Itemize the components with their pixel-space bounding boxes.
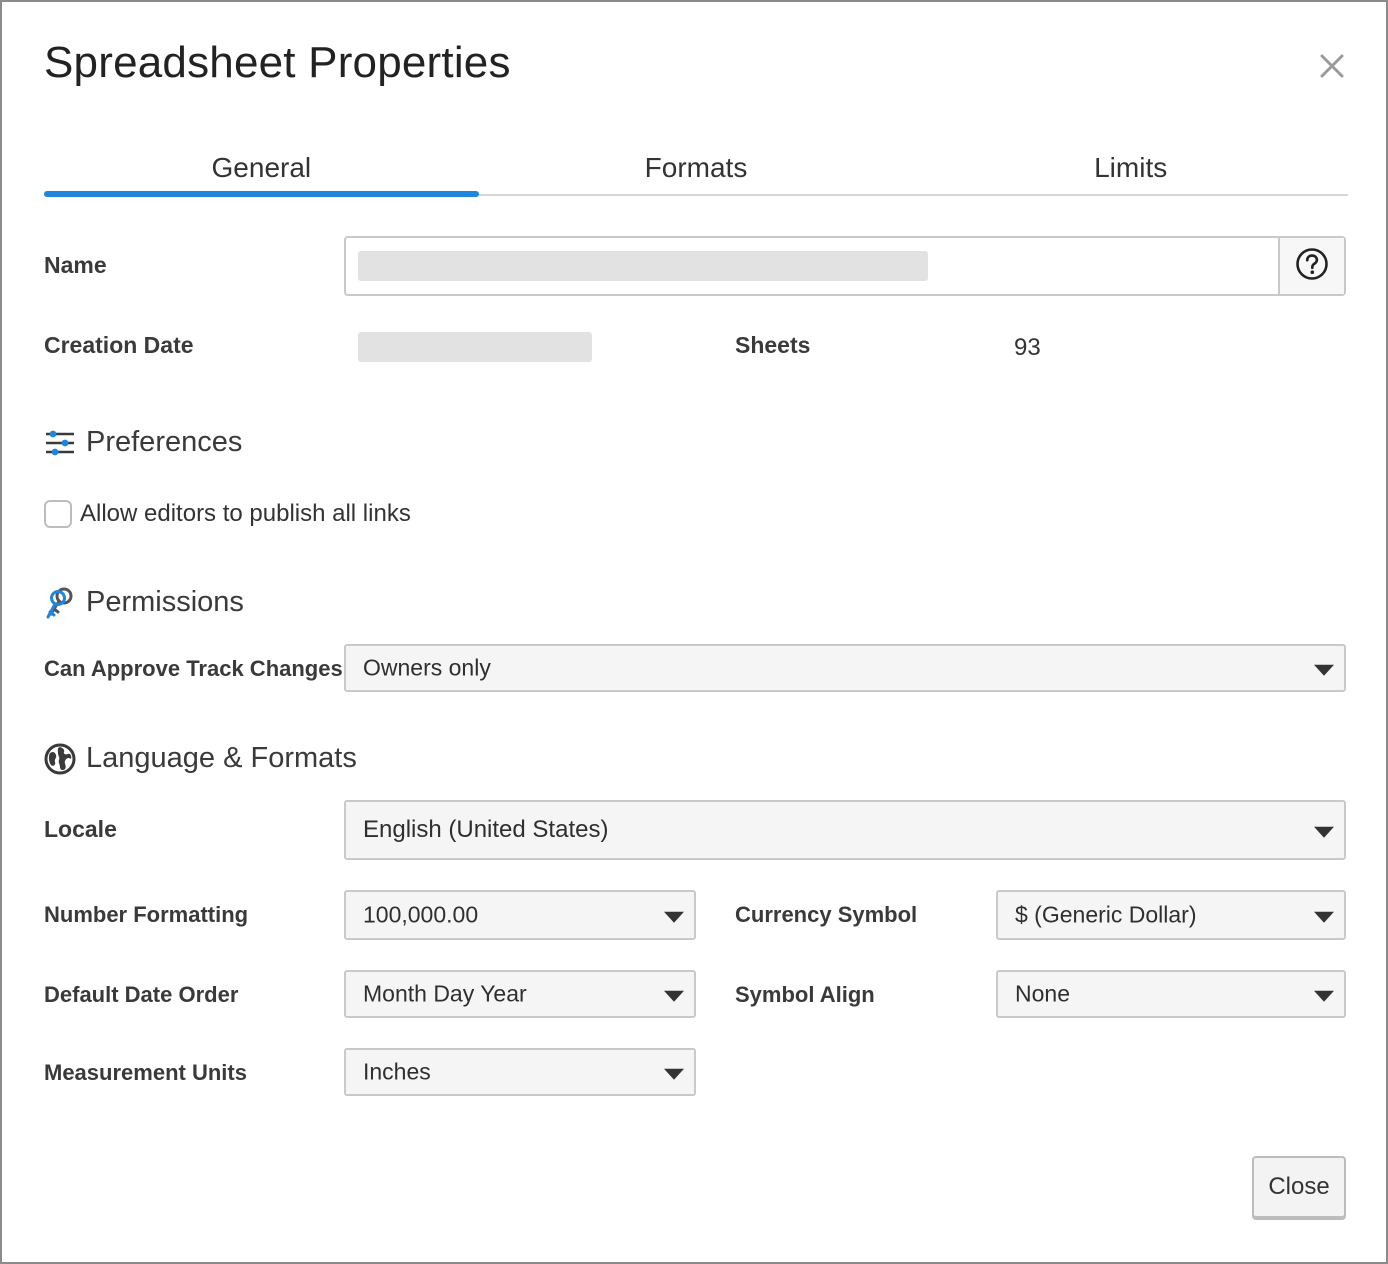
allow-publish-option[interactable]: Allow editors to publish all links	[44, 500, 411, 528]
measurement-units-select[interactable]: Inches	[344, 1048, 696, 1096]
chevron-down-icon	[664, 911, 684, 923]
name-value-redacted	[358, 251, 928, 281]
help-circle-icon	[1295, 247, 1329, 286]
measurement-units-label: Measurement Units	[44, 1060, 247, 1085]
locale-label: Locale	[44, 816, 117, 842]
approve-track-changes-value: Owners only	[363, 654, 491, 681]
locale-value: English (United States)	[363, 816, 609, 843]
dialog-title: Spreadsheet Properties	[44, 38, 511, 87]
globe-icon	[44, 743, 76, 775]
sheets-label: Sheets	[735, 332, 811, 358]
creation-date-label: Creation Date	[44, 332, 194, 358]
name-field[interactable]	[344, 236, 1346, 296]
default-date-order-select[interactable]: Month Day Year	[344, 970, 696, 1018]
number-formatting-label: Number Formatting	[44, 902, 249, 927]
sheets-value: 93	[1014, 334, 1041, 361]
number-formatting-select[interactable]: 100,000.00	[344, 890, 696, 940]
allow-publish-checkbox[interactable]	[44, 500, 72, 528]
approve-track-changes-select[interactable]: Owners only	[344, 644, 1346, 692]
symbol-align-value: None	[1015, 980, 1070, 1007]
chevron-down-icon	[1314, 826, 1334, 838]
currency-symbol-select[interactable]: $ (Generic Dollar)	[996, 890, 1346, 940]
preferences-title: Preferences	[86, 426, 243, 458]
keys-icon	[44, 587, 76, 619]
number-formatting-value: 100,000.00	[363, 901, 479, 928]
tab-general[interactable]: General	[44, 148, 479, 197]
tab-bar: General Formats Limits	[44, 148, 1348, 197]
tab-formats[interactable]: Formats	[479, 148, 914, 194]
language-title: Language & Formats	[86, 742, 357, 774]
symbol-align-select[interactable]: None	[996, 970, 1346, 1018]
permissions-title: Permissions	[86, 586, 244, 618]
chevron-down-icon	[664, 990, 684, 1002]
approve-track-changes-label: Can Approve Track Changes	[44, 656, 343, 681]
creation-date-value-redacted	[358, 332, 592, 362]
symbol-align-label: Symbol Align	[735, 982, 875, 1007]
permissions-section-header: Permissions	[44, 586, 244, 619]
locale-select[interactable]: English (United States)	[344, 800, 1346, 860]
default-date-order-value: Month Day Year	[363, 980, 527, 1007]
chevron-down-icon	[664, 1068, 684, 1080]
tab-limits[interactable]: Limits	[913, 148, 1348, 194]
spreadsheet-properties-dialog: Spreadsheet Properties General Formats L…	[0, 0, 1388, 1264]
close-button[interactable]: Close	[1252, 1156, 1346, 1218]
currency-symbol-label: Currency Symbol	[735, 902, 918, 927]
chevron-down-icon	[1314, 911, 1334, 923]
language-section-header: Language & Formats	[44, 742, 357, 775]
allow-publish-label: Allow editors to publish all links	[80, 500, 411, 527]
default-date-order-label: Default Date Order	[44, 982, 239, 1007]
chevron-down-icon	[1314, 664, 1334, 676]
close-icon[interactable]	[1314, 48, 1350, 84]
currency-symbol-value: $ (Generic Dollar)	[1015, 901, 1197, 928]
name-label: Name	[44, 252, 107, 278]
name-input[interactable]	[346, 238, 1278, 294]
preferences-section-header: Preferences	[44, 426, 242, 459]
chevron-down-icon	[1314, 990, 1334, 1002]
measurement-units-value: Inches	[363, 1058, 431, 1085]
help-button[interactable]	[1278, 238, 1344, 294]
sliders-icon	[44, 427, 76, 459]
